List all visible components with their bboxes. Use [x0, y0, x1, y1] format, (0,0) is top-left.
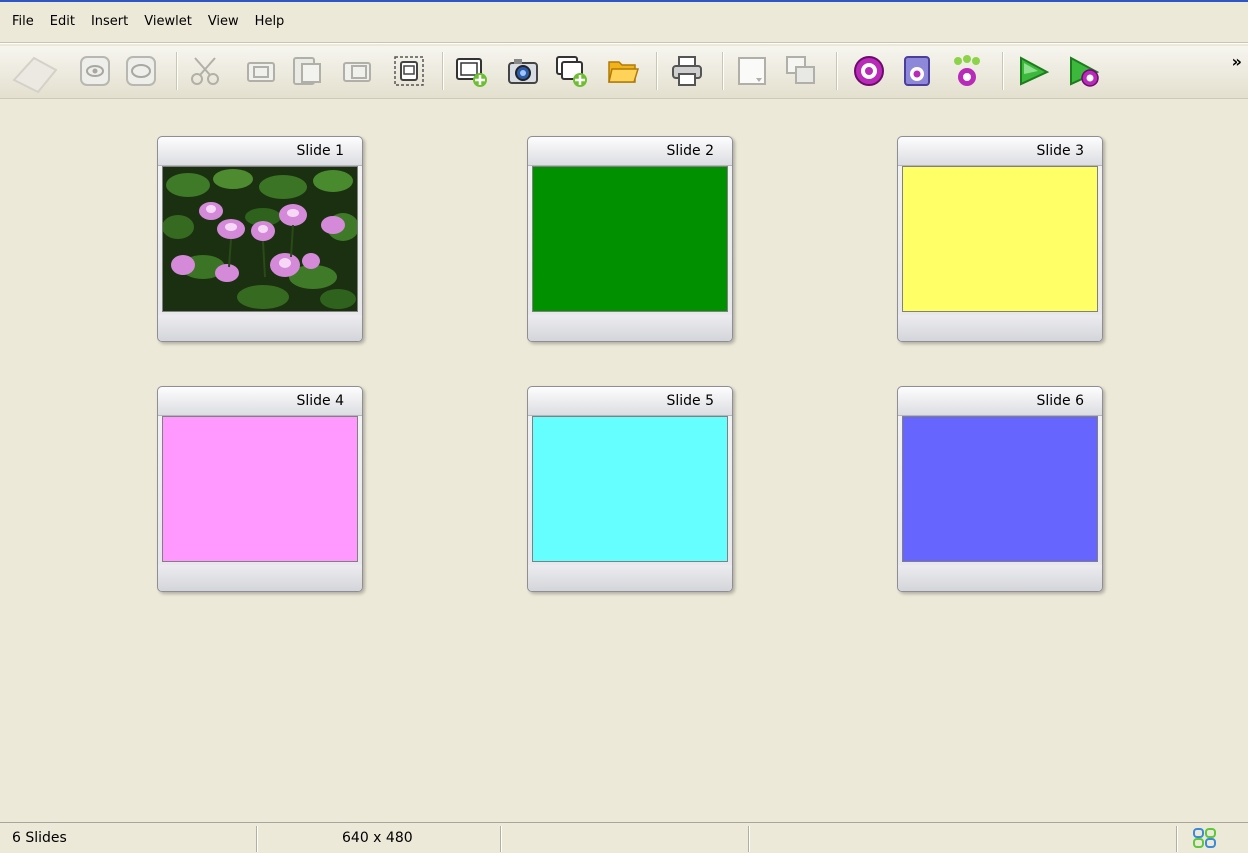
- slide-footer: [158, 565, 362, 591]
- slide-thumbnail: [532, 416, 728, 562]
- play-record-icon[interactable]: [1066, 54, 1100, 88]
- slide-title-bar: Slide 1: [158, 137, 362, 166]
- slide-footer: [528, 565, 732, 591]
- slide-card-1[interactable]: Slide 1: [157, 136, 363, 342]
- thumbnail-view-icon[interactable]: [1192, 823, 1218, 853]
- toolbar-separator: [722, 52, 724, 90]
- slide-thumbnail: [162, 416, 358, 562]
- copy-icon[interactable]: [244, 54, 278, 88]
- toolbar-separator: [656, 52, 658, 90]
- paste-special-icon[interactable]: [340, 54, 374, 88]
- status-divider: [256, 826, 258, 852]
- audio-file-icon[interactable]: [900, 54, 934, 88]
- menu-help[interactable]: Help: [247, 14, 293, 29]
- slide-label: Slide 2: [666, 143, 714, 159]
- toolbar-separator: [1002, 52, 1004, 90]
- new-slide-icon[interactable]: [454, 54, 488, 88]
- menu-divider-highlight: [0, 43, 1248, 44]
- slide-footer: [898, 565, 1102, 591]
- slide-card-6[interactable]: Slide 6: [897, 386, 1103, 592]
- slide-label: Slide 4: [296, 393, 344, 409]
- window-top-border: [0, 0, 1248, 2]
- slide-title-bar: Slide 3: [898, 137, 1102, 166]
- slide-sorter-area: Slide 1 Slide 2 Slide 3 Slide 4 Slide 5 …: [0, 100, 1248, 822]
- slide-label: Slide 6: [1036, 393, 1084, 409]
- menu-file[interactable]: File: [0, 14, 42, 29]
- slide-card-2[interactable]: Slide 2: [527, 136, 733, 342]
- open-folder-icon[interactable]: [606, 54, 640, 88]
- water-lily-photo: [163, 167, 357, 311]
- slide-card-3[interactable]: Slide 3: [897, 136, 1103, 342]
- toolbar-separator: [176, 52, 178, 90]
- status-bar: 6 Slides 640 x 480: [0, 822, 1248, 853]
- slide-dimensions: 640 x 480: [342, 830, 413, 846]
- menu-insert[interactable]: Insert: [83, 14, 136, 29]
- slide-title-bar: Slide 4: [158, 387, 362, 416]
- slide-card-5[interactable]: Slide 5: [527, 386, 733, 592]
- status-divider: [1176, 826, 1178, 852]
- record-icon[interactable]: [852, 54, 886, 88]
- menu-bar: File Edit Insert Viewlet View Help: [0, 6, 1248, 36]
- slide-title-bar: Slide 2: [528, 137, 732, 166]
- slide-thumbnail-image: [162, 166, 358, 312]
- oval-icon[interactable]: [124, 54, 158, 88]
- camera-icon[interactable]: [506, 54, 540, 88]
- slide-count: 6 Slides: [12, 830, 67, 846]
- slide-title-bar: Slide 5: [528, 387, 732, 416]
- menu-view[interactable]: View: [200, 14, 247, 29]
- slide-footer: [158, 315, 362, 341]
- toolbar: [0, 46, 1248, 99]
- slide-shape-icon: [8, 50, 62, 94]
- slide-footer: [898, 315, 1102, 341]
- slide-thumbnail: [532, 166, 728, 312]
- toolbar-overflow-button[interactable]: »: [1232, 52, 1242, 71]
- slide-card-4[interactable]: Slide 4: [157, 386, 363, 592]
- paste-icon[interactable]: [290, 54, 324, 88]
- menu-edit[interactable]: Edit: [42, 14, 83, 29]
- status-divider: [500, 826, 502, 852]
- slide-thumbnail: [902, 416, 1098, 562]
- slide-properties-icon[interactable]: [784, 54, 818, 88]
- menu-viewlet[interactable]: Viewlet: [136, 14, 200, 29]
- duplicate-slide-icon[interactable]: [554, 54, 588, 88]
- status-divider: [748, 826, 750, 852]
- toolbar-separator: [442, 52, 444, 90]
- slide-label: Slide 1: [296, 143, 344, 159]
- select-frame-icon[interactable]: [392, 54, 426, 88]
- branching-icon[interactable]: [950, 54, 984, 88]
- toolbar-separator: [836, 52, 838, 90]
- play-icon[interactable]: [1016, 54, 1050, 88]
- print-icon[interactable]: [670, 54, 704, 88]
- preview-eye-icon[interactable]: [78, 54, 112, 88]
- slide-thumbnail: [902, 166, 1098, 312]
- slide-footer: [528, 315, 732, 341]
- slide-label: Slide 5: [666, 393, 714, 409]
- cut-icon[interactable]: [188, 54, 222, 88]
- blank-slide-icon[interactable]: [736, 54, 770, 88]
- slide-title-bar: Slide 6: [898, 387, 1102, 416]
- slide-label: Slide 3: [1036, 143, 1084, 159]
